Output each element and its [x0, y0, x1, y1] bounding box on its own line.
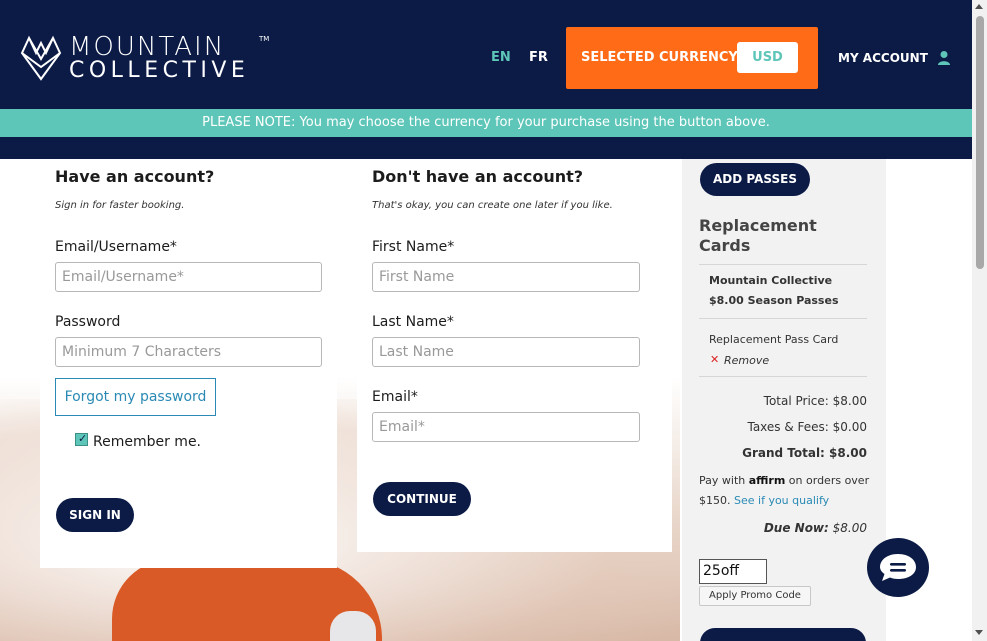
logo-text-collective: COLLECTIVE	[69, 58, 250, 83]
affirm-message: Pay with affirm on orders over $150. See…	[699, 471, 875, 511]
user-icon[interactable]	[937, 50, 951, 66]
due-now: Due Now: $8.00	[764, 521, 867, 535]
remember-me-checkbox[interactable]: ✓	[75, 432, 88, 446]
total-price: Total Price: $8.00	[763, 394, 867, 408]
skier-glove	[330, 611, 376, 641]
currency-button[interactable]: USD	[737, 42, 798, 73]
checkout-button[interactable]	[700, 628, 866, 641]
remove-x-icon[interactable]: ✕	[710, 353, 719, 366]
email-username-label: Email/Username*	[55, 239, 177, 255]
signup-email-input[interactable]: Email*	[372, 412, 640, 442]
taxes-fees: Taxes & Fees: $0.00	[747, 420, 867, 434]
cart-divider	[699, 376, 867, 377]
password-input[interactable]: Minimum 7 Characters	[55, 337, 322, 367]
first-name-label: First Name*	[372, 239, 455, 255]
logo-text-mountain: MOUNTAIN	[69, 32, 226, 62]
affirm-text-pre: Pay with	[699, 474, 749, 487]
mountain-logo-icon	[20, 35, 62, 81]
scroll-up-arrow-icon[interactable]	[975, 4, 983, 9]
currency-label: SELECTED CURRENCY:	[581, 50, 742, 65]
last-name-label: Last Name*	[372, 314, 454, 330]
signup-subtitle: That's okay, you can create one later if…	[372, 200, 613, 211]
continue-button[interactable]: CONTINUE	[373, 482, 471, 516]
cart-item-title: Mountain Collective $8.00 Season Passes	[709, 274, 839, 307]
remember-me-label: Remember me.	[93, 434, 202, 450]
currency-selector: SELECTED CURRENCY: USD	[566, 27, 818, 89]
language-fr-link[interactable]: FR	[529, 50, 548, 65]
last-name-input[interactable]: Last Name	[372, 337, 640, 367]
cart-item-name: Replacement Pass Card	[709, 333, 839, 346]
sign-in-button[interactable]: SIGN IN	[56, 498, 134, 532]
cart-divider	[699, 318, 867, 319]
due-now-value: $8.00	[828, 521, 867, 535]
site-header: MOUNTAIN TM COLLECTIVE EN FR SELECTED CU…	[0, 0, 972, 109]
chat-button[interactable]	[867, 538, 929, 597]
signup-title: Don't have an account?	[372, 167, 584, 186]
scroll-down-arrow-icon[interactable]	[975, 630, 983, 635]
cart-divider	[699, 264, 867, 265]
forgot-password-button[interactable]: Forgot my password	[55, 378, 216, 416]
logo-trademark: TM	[259, 35, 270, 43]
first-name-input[interactable]: First Name	[372, 262, 640, 292]
chat-bubble-icon	[880, 554, 916, 581]
scrollbar-thumb[interactable]	[976, 16, 984, 269]
my-account-link[interactable]: MY ACCOUNT	[838, 51, 928, 65]
header-bottom-strip	[0, 137, 972, 159]
page-scrollbar[interactable]	[972, 0, 987, 641]
cart-heading: Replacement Cards	[699, 216, 817, 255]
password-label: Password	[55, 314, 121, 330]
remove-item-link[interactable]: Remove	[724, 354, 769, 367]
affirm-qualify-link[interactable]: See if you qualify	[734, 494, 829, 507]
signup-email-label: Email*	[372, 389, 418, 405]
email-username-input[interactable]: Email/Username*	[55, 262, 322, 292]
mountain-collective-logo[interactable]: MOUNTAIN TM COLLECTIVE	[20, 33, 280, 83]
checkmark-icon: ✓	[78, 432, 88, 445]
currency-notice-banner: PLEASE NOTE: You may choose the currency…	[0, 109, 972, 137]
grand-total: Grand Total: $8.00	[742, 446, 867, 460]
affirm-logo: affirm	[748, 474, 786, 487]
promo-code-input[interactable]: 25off	[699, 559, 767, 584]
due-now-label: Due Now:	[763, 521, 829, 535]
apply-promo-button[interactable]: Apply Promo Code	[699, 586, 811, 606]
signin-subtitle: Sign in for faster booking.	[55, 200, 185, 211]
signin-title: Have an account?	[55, 167, 215, 186]
add-passes-button[interactable]: ADD PASSES	[700, 163, 810, 196]
language-en-link[interactable]: EN	[491, 50, 511, 65]
